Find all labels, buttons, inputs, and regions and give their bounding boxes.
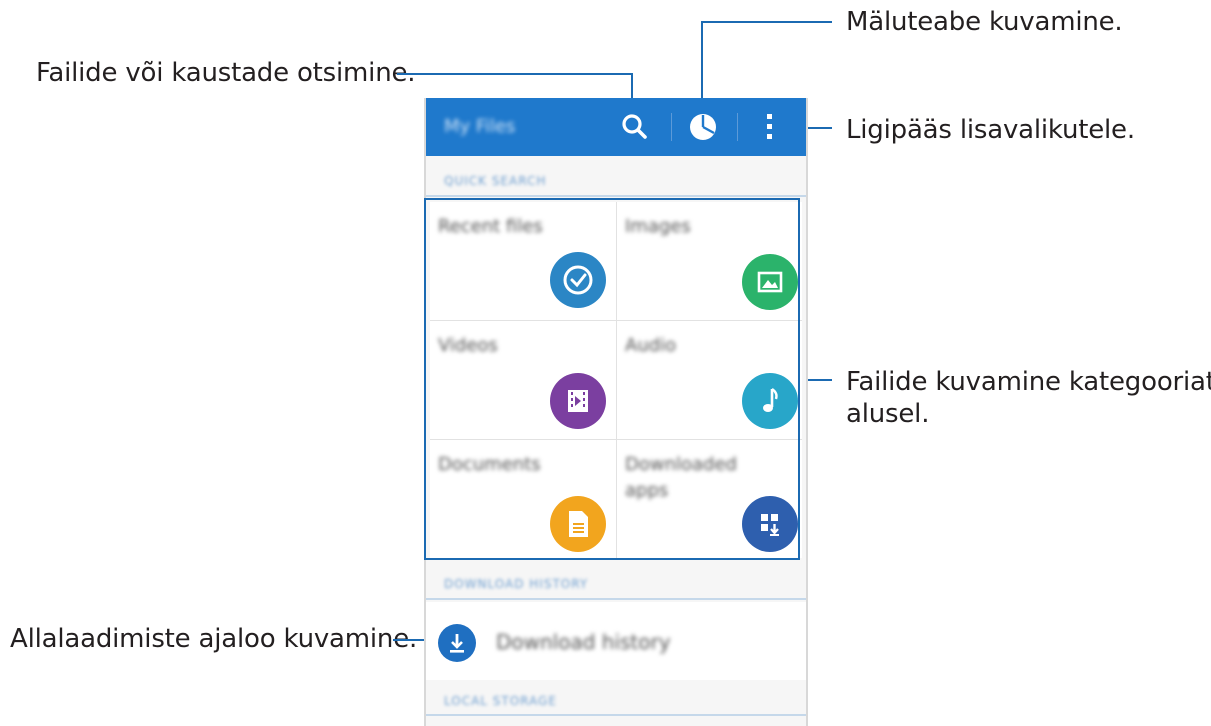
app-bar: My Files [426,98,806,156]
leader-search-h [397,73,633,75]
download-history-label: Download history [496,630,671,654]
category-label: Documents [438,454,541,475]
leader-storage-v [701,21,703,107]
leader-storage-h [701,21,832,23]
callout-categories-line2: alusel. [846,399,930,429]
music-note-icon [742,373,798,429]
apps-download-icon [742,496,798,552]
document-icon [550,496,606,552]
storage-button[interactable] [678,102,728,152]
callout-categories-line1: Failide kuvamine kategooriate [846,367,1211,397]
category-audio[interactable]: Audio [617,321,802,439]
category-label: Recent files [438,216,543,237]
more-options-button[interactable] [746,102,796,152]
section-quick-search: QUICK SEARCH [444,174,547,188]
clock-icon [550,252,606,308]
section-rule [426,714,806,716]
category-label: Videos [438,335,498,356]
more-vert-icon [767,114,772,139]
section-rule [426,195,806,197]
appbar-divider [737,113,738,141]
callout-categories: Failide kuvamine kategooriate alusel. [846,366,1211,430]
my-files-screen: My Files QUICK SEARCH Recent files Image… [424,98,808,726]
section-download-history: DOWNLOAD HISTORY [444,577,589,591]
category-label: Images [625,216,691,237]
callout-more-options: Ligipääs lisavalikutele. [846,115,1135,145]
download-icon [438,624,476,662]
callout-search: Failide või kaustade otsimine. [36,58,416,88]
pie-chart-icon [690,114,716,140]
section-rule [426,598,806,600]
category-grid: Recent files Images Videos Audio Documen… [430,202,802,558]
download-history-item[interactable]: Download history [426,602,806,680]
search-icon [622,114,647,139]
search-button[interactable] [610,102,660,152]
category-videos[interactable]: Videos [430,321,615,439]
category-documents[interactable]: Documents [430,440,615,558]
callout-download-history: Allalaadimiste ajaloo kuvamine. [10,624,418,654]
callout-storage: Mäluteabe kuvamine. [846,7,1123,37]
app-title: My Files [444,116,516,137]
category-downloaded-apps[interactable]: Downloaded apps [617,440,802,558]
section-local-storage: LOCAL STORAGE [444,694,557,708]
image-icon [742,254,798,310]
category-recent-files[interactable]: Recent files [430,202,615,320]
appbar-divider [671,113,672,141]
category-label: Audio [625,335,677,356]
category-images[interactable]: Images [617,202,802,320]
film-icon [550,373,606,429]
